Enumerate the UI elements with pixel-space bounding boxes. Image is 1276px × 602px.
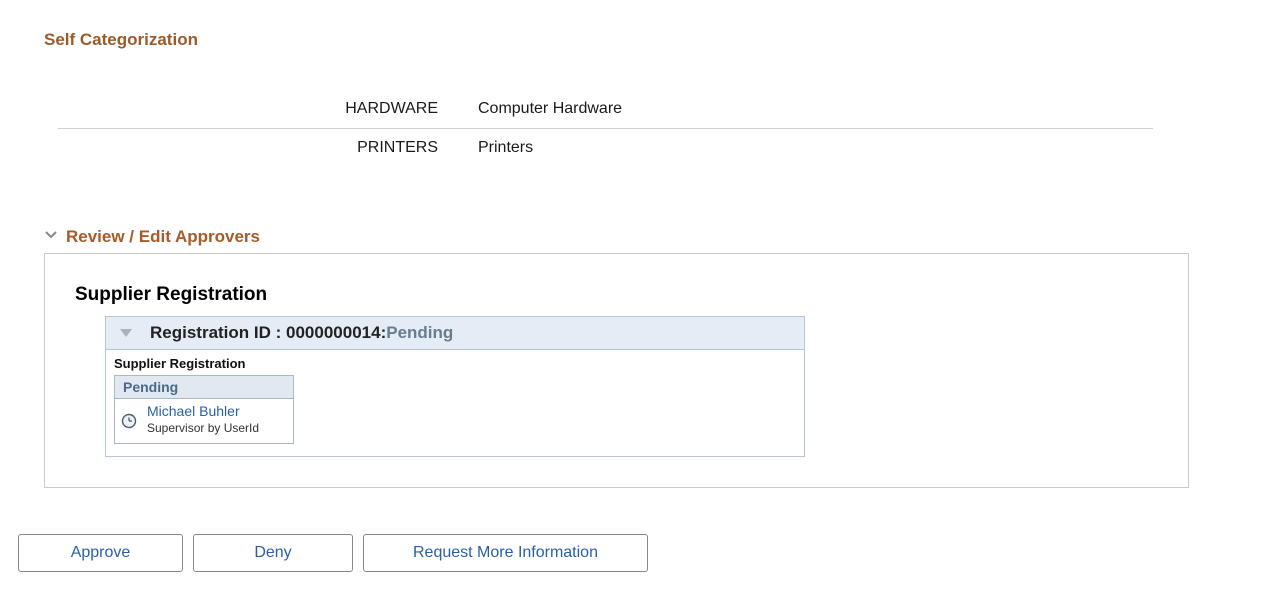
registration-id-label: Registration ID : 0000000014:Pending (150, 323, 453, 343)
table-row: PRINTERS Printers (58, 129, 1153, 167)
triangle-down-icon (120, 329, 132, 337)
approvers-header-label: Review / Edit Approvers (66, 227, 260, 247)
self-categorization-title: Self Categorization (44, 30, 1256, 50)
deny-button[interactable]: Deny (193, 534, 353, 572)
request-more-info-button[interactable]: Request More Information (363, 534, 648, 572)
registration-id-value: 0000000014 (286, 323, 381, 342)
approver-name-link[interactable]: Michael Buhler (147, 403, 240, 419)
approve-button[interactable]: Approve (18, 534, 183, 572)
chevron-down-icon (44, 228, 58, 247)
category-code: HARDWARE (58, 100, 478, 118)
supplier-registration-title: Supplier Registration (75, 284, 1158, 306)
registration-sub-label: Supplier Registration (106, 350, 804, 375)
approver-card-status: Pending (115, 376, 293, 399)
approvers-panel: Supplier Registration Registration ID : … (44, 253, 1189, 488)
review-edit-approvers-toggle[interactable]: Review / Edit Approvers (44, 227, 1256, 247)
categorization-table: HARDWARE Computer Hardware PRINTERS Prin… (58, 90, 1153, 167)
clock-icon (121, 413, 137, 432)
approver-role: Supervisor by UserId (147, 421, 259, 435)
registration-box: Registration ID : 0000000014:Pending Sup… (105, 316, 805, 457)
registration-header[interactable]: Registration ID : 0000000014:Pending (106, 317, 804, 350)
category-code: PRINTERS (58, 139, 478, 157)
registration-id-prefix: Registration ID : (150, 323, 286, 342)
table-row: HARDWARE Computer Hardware (58, 90, 1153, 129)
category-desc: Computer Hardware (478, 100, 1153, 118)
registration-status: Pending (386, 323, 453, 342)
approver-card: Pending Michael Buhler Supervisor by Use… (114, 375, 294, 444)
category-desc: Printers (478, 139, 1153, 157)
action-buttons-row: Approve Deny Request More Information (18, 534, 1256, 572)
